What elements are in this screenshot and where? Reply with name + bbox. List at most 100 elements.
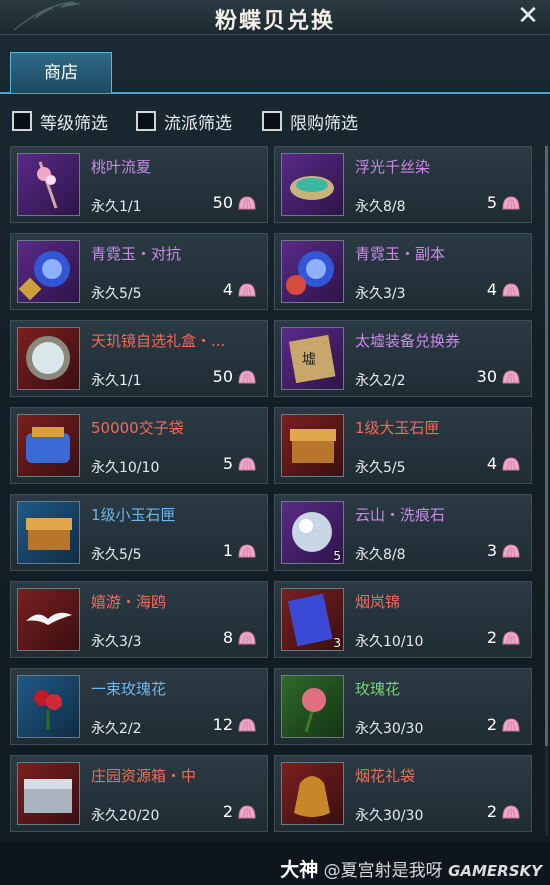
voucher-icon: 墟 bbox=[288, 334, 336, 384]
shop-item-card[interactable]: 3 烟岚锦永久10/10 2 bbox=[274, 581, 532, 658]
item-icon-frame bbox=[17, 675, 80, 738]
pink-shell-icon bbox=[238, 457, 256, 471]
pink-shell-icon bbox=[502, 718, 520, 732]
item-purchase-limit: 永久30/30 bbox=[355, 808, 424, 824]
item-purchase-limit: 永久5/5 bbox=[355, 460, 406, 476]
item-name: 云山・洗痕石 bbox=[355, 506, 446, 524]
pink-shell-icon bbox=[238, 370, 256, 384]
item-name: 青霓玉・副本 bbox=[355, 245, 446, 263]
rose-bouquet-icon bbox=[34, 690, 62, 730]
pink-shell-icon bbox=[238, 718, 256, 732]
pink-shell-icon bbox=[238, 805, 256, 819]
watermark: 大神 @夏宫射是我呀 GAMERSKY bbox=[280, 855, 542, 882]
small-jade-box-icon bbox=[26, 518, 72, 550]
item-name: 庄园资源箱・中 bbox=[91, 767, 197, 785]
exchange-window: 粉蝶贝兑换 ✕ 商店 等级筛选 流派筛选 限购筛选 桃叶流夏永久1/1 50 浮光千… bbox=[0, 0, 550, 885]
item-count-badge: 3 bbox=[333, 636, 341, 650]
tab-shop[interactable]: 商店 bbox=[10, 52, 112, 93]
item-icon-frame: 墟 bbox=[281, 327, 344, 390]
item-purchase-limit: 永久1/1 bbox=[91, 199, 142, 215]
item-name: 一束玫瑰花 bbox=[91, 680, 167, 698]
watermark-site: GAMERSKY bbox=[448, 862, 542, 880]
shop-item-card[interactable]: 桃叶流夏 永久1/1 50 bbox=[10, 146, 268, 223]
pink-shell-icon bbox=[238, 196, 256, 210]
shop-item-card[interactable]: 5 云山・洗痕石 永久8/8 3 bbox=[274, 494, 532, 571]
item-name: 1级小玉石匣 bbox=[91, 506, 176, 524]
shop-item-card[interactable]: 青霓玉・对抗 永久5/5 4 bbox=[10, 233, 268, 310]
item-icon-frame bbox=[17, 762, 80, 825]
item-purchase-limit: 永久3/3 bbox=[355, 286, 406, 302]
filter-level[interactable]: 等级筛选 bbox=[12, 108, 108, 134]
item-icon-frame: 5 bbox=[281, 501, 344, 564]
item-icon-frame bbox=[17, 501, 80, 564]
item-name: 浮光千丝染 bbox=[355, 158, 431, 176]
item-price: 3 bbox=[486, 541, 497, 560]
item-price: 2 bbox=[486, 715, 497, 734]
pink-shell-icon bbox=[238, 283, 256, 297]
item-icon-frame bbox=[281, 153, 344, 216]
rose-icon bbox=[302, 688, 326, 733]
seagull-icon bbox=[26, 612, 72, 625]
shop-item-card[interactable]: 浮光千丝染永久8/8 5 bbox=[274, 146, 532, 223]
item-name: 50000交子袋 bbox=[91, 419, 184, 437]
item-purchase-limit: 永久1/1 bbox=[91, 373, 142, 389]
silver-chest-icon bbox=[24, 779, 72, 813]
item-price: 2 bbox=[486, 628, 497, 647]
item-purchase-limit: 永久10/10 bbox=[355, 634, 424, 650]
item-count-badge: 5 bbox=[333, 549, 341, 563]
item-purchase-limit: 永久8/8 bbox=[355, 199, 406, 215]
money-bag-icon bbox=[26, 427, 70, 463]
school-filter-label: 流派筛选 bbox=[164, 113, 232, 134]
filter-limit[interactable]: 限购筛选 bbox=[262, 108, 358, 134]
shop-item-card[interactable]: 1级小玉石匣 永久5/5 1 bbox=[10, 494, 268, 571]
item-price: 1 bbox=[222, 541, 233, 560]
scrollbar-thumb[interactable] bbox=[545, 146, 548, 746]
watermark-text: @夏宫射是我呀 bbox=[323, 861, 443, 881]
window-title: 粉蝶贝兑换 bbox=[214, 8, 335, 34]
shop-item-card[interactable]: 玫瑰花 永久30/30 2 bbox=[274, 668, 532, 745]
item-purchase-limit: 永久5/5 bbox=[91, 547, 142, 563]
limit-filter-checkbox[interactable] bbox=[262, 111, 282, 131]
item-name: 桃叶流夏 bbox=[91, 158, 152, 176]
item-price: 4 bbox=[486, 280, 497, 299]
item-icon-frame bbox=[281, 762, 344, 825]
school-filter-checkbox[interactable] bbox=[136, 111, 156, 131]
close-icon[interactable]: ✕ bbox=[514, 2, 542, 30]
item-purchase-limit: 永久20/20 bbox=[91, 808, 160, 824]
item-price: 5 bbox=[486, 193, 497, 212]
pink-shell-icon bbox=[502, 370, 520, 384]
item-icon-frame bbox=[17, 414, 80, 477]
level-filter-checkbox[interactable] bbox=[12, 111, 32, 131]
tab-bar: 商店 bbox=[0, 50, 550, 94]
item-purchase-limit: 永久10/10 bbox=[91, 460, 160, 476]
item-name: 烟岚锦 bbox=[355, 593, 401, 611]
shop-item-card[interactable]: 青霓玉・副本 永久3/3 4 bbox=[274, 233, 532, 310]
hairpin-icon bbox=[37, 161, 58, 209]
item-price: 4 bbox=[486, 454, 497, 473]
blue-jade-pvp-icon bbox=[18, 251, 70, 301]
pink-shell-icon bbox=[502, 544, 520, 558]
title-bar: 粉蝶贝兑换 ✕ bbox=[0, 0, 550, 35]
pink-shell-icon bbox=[502, 805, 520, 819]
shop-item-card[interactable]: 50000交子袋 永久10/10 5 bbox=[10, 407, 268, 484]
svg-text:墟: 墟 bbox=[302, 352, 316, 368]
item-purchase-limit: 永久5/5 bbox=[91, 286, 142, 302]
shop-item-card[interactable]: 天玑镜自选礼盒・... 永久1/1 50 bbox=[10, 320, 268, 397]
shop-item-card[interactable]: 烟花礼袋 永久30/30 2 bbox=[274, 755, 532, 832]
item-price: 30 bbox=[476, 367, 497, 386]
item-name: 嬉游・海鸥 bbox=[91, 593, 167, 611]
firework-bag-icon bbox=[294, 776, 330, 817]
shop-item-card[interactable]: 一束玫瑰花 永久2/2 12 bbox=[10, 668, 268, 745]
shop-item-card[interactable]: 墟 太墟装备兑换券 永久2/2 30 bbox=[274, 320, 532, 397]
shop-item-card[interactable]: 1级大玉石匣 永久5/5 4 bbox=[274, 407, 532, 484]
shop-item-card[interactable]: 嬉游・海鸥 永久3/3 8 bbox=[10, 581, 268, 658]
item-price: 8 bbox=[222, 628, 233, 647]
item-price: 2 bbox=[486, 802, 497, 821]
item-price: 12 bbox=[212, 715, 233, 734]
item-price: 50 bbox=[212, 367, 233, 386]
item-name: 天玑镜自选礼盒・... bbox=[91, 332, 226, 350]
shop-item-card[interactable]: 庄园资源箱・中 永久20/20 2 bbox=[10, 755, 268, 832]
item-icon-frame bbox=[281, 240, 344, 303]
item-icon-frame bbox=[17, 588, 80, 651]
filter-school[interactable]: 流派筛选 bbox=[136, 108, 232, 134]
